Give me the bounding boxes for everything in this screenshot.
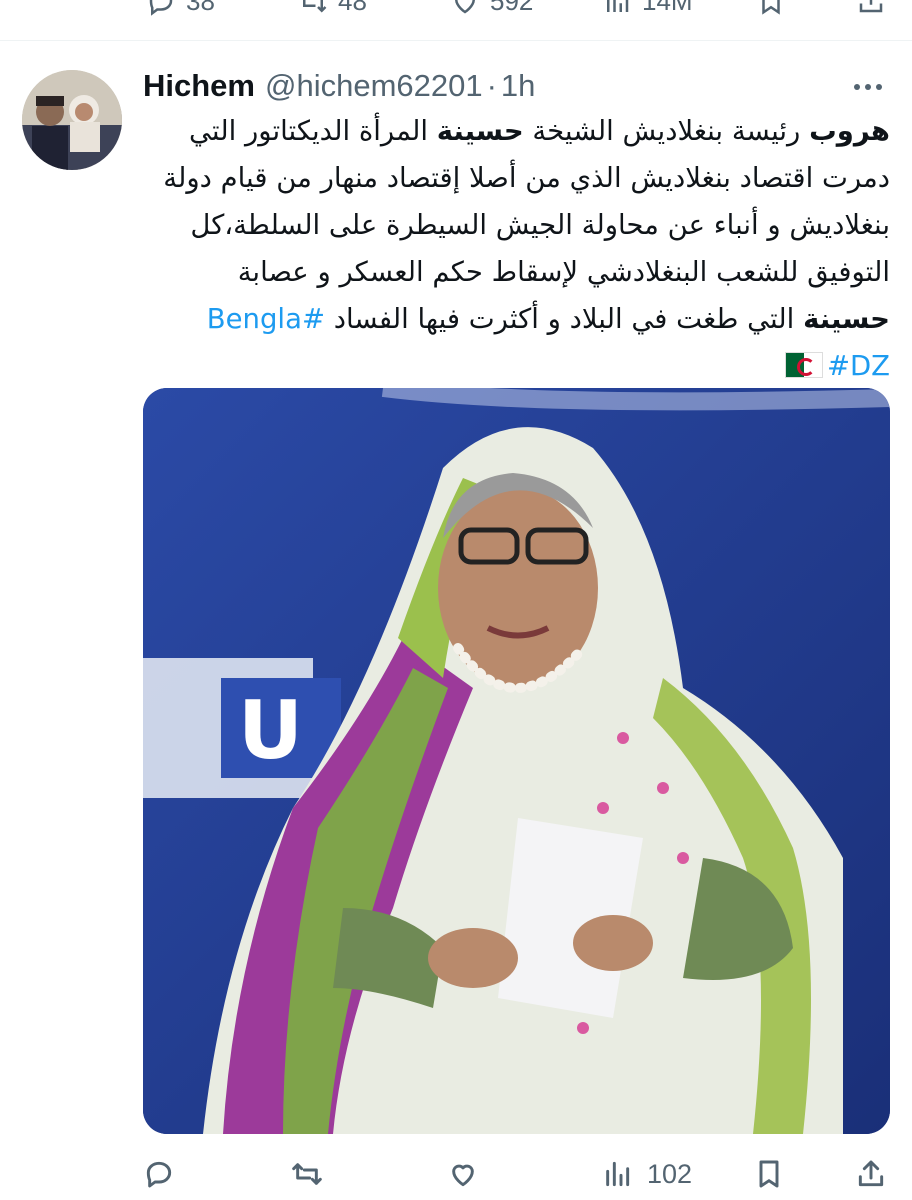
tweet-header: Hichem @hichem62201 · 1h (143, 66, 535, 106)
retweet-icon (303, 0, 327, 13)
hashtag-dz[interactable]: #DZ (827, 350, 890, 382)
like-button[interactable] (447, 1150, 493, 1198)
heart-icon (452, 1164, 474, 1187)
prev-reply-count: 38 (186, 0, 215, 16)
share-icon (859, 0, 883, 13)
prev-like-count: 592 (490, 0, 534, 16)
text-segment: التي طغت في البلاد و أكثرت فيها الفساد (324, 303, 804, 335)
retweet-icon (292, 1163, 322, 1185)
tweet-text: هروب رئيسة بنغلاديش الشيخة حسينة المرأة … (143, 108, 890, 390)
views-button[interactable]: 102 (601, 1150, 692, 1198)
algeria-flag-icon (784, 352, 823, 378)
svg-text:U: U (238, 684, 303, 777)
reply-icon (146, 1161, 172, 1188)
prev-views-button[interactable]: 14M (602, 0, 693, 17)
prev-view-count: 14M (642, 0, 693, 16)
more-icon (854, 84, 882, 90)
bookmark-icon (762, 0, 780, 15)
view-count: 102 (647, 1158, 693, 1189)
prev-reply-button[interactable]: 38 (146, 0, 215, 17)
more-options-button[interactable] (846, 72, 890, 102)
photo-illustration: U (143, 388, 890, 1134)
tweet-media-image[interactable]: U (143, 388, 890, 1134)
avatar-photo (22, 70, 122, 170)
prev-like-button[interactable]: 592 (450, 0, 533, 17)
text-segment: رئيسة بنغلاديش الشيخة (523, 115, 810, 147)
prev-retweet-button[interactable]: 48 (298, 0, 367, 17)
previous-tweet-actions: 38 48 592 14M (0, 0, 912, 41)
views-icon (606, 1161, 630, 1187)
tweet-action-bar: 102 (143, 1150, 890, 1198)
prev-bookmark-button[interactable] (756, 0, 786, 16)
bookmark-icon (759, 1160, 779, 1188)
prev-share-button[interactable] (856, 0, 886, 16)
views-icon (607, 0, 629, 12)
retweet-button[interactable] (291, 1150, 337, 1198)
bold-word: هروب (809, 115, 890, 147)
share-icon (858, 1160, 884, 1187)
bookmark-button[interactable] (753, 1150, 785, 1198)
author-handle[interactable]: @hichem62201 (265, 68, 483, 104)
tweet-timestamp[interactable]: 1h (501, 68, 535, 104)
header-separator: · (486, 68, 497, 103)
reply-icon (149, 0, 173, 16)
heart-icon (455, 0, 475, 13)
author-avatar[interactable] (22, 70, 122, 170)
bold-name: حسينة (436, 115, 524, 147)
bold-name: حسينة (803, 303, 890, 335)
author-name[interactable]: Hichem (143, 68, 255, 104)
reply-button[interactable] (143, 1150, 189, 1198)
prev-retweet-count: 48 (338, 0, 367, 16)
hashtag-bengla[interactable]: #Bengla (207, 303, 325, 335)
share-button[interactable] (855, 1150, 887, 1198)
